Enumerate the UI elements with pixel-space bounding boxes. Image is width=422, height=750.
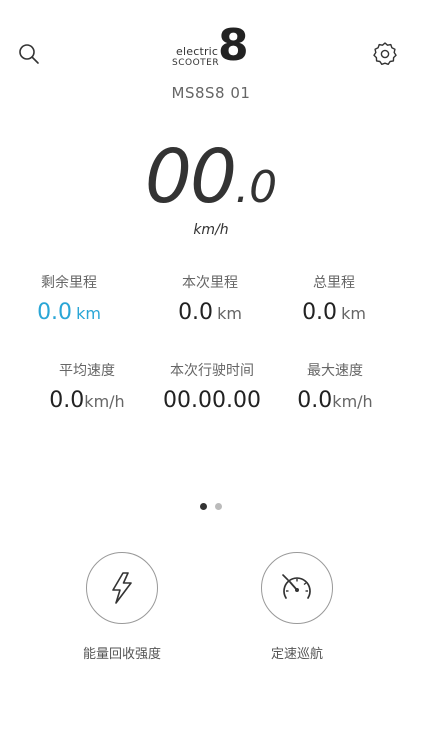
cruise-control-button[interactable] (261, 552, 333, 624)
page-dot-active[interactable] (200, 503, 207, 510)
stat-label: 本次行驶时间 (170, 363, 254, 379)
energy-recovery-button[interactable] (86, 552, 158, 624)
speedometer-icon (282, 574, 311, 599)
settings-button[interactable] (365, 34, 405, 74)
stat-trip-time: 本次行驶时间 00.00.00 (142, 360, 282, 413)
stat-average-speed: 平均速度 0.0km/h (17, 360, 157, 413)
stat-label: 总里程 (313, 275, 355, 291)
logo-text-scooter: SCOOTER (172, 58, 220, 68)
stat-label: 剩余里程 (41, 275, 97, 291)
app-logo: electric SCOOTER 8 (170, 24, 254, 74)
search-button[interactable] (9, 34, 49, 74)
stat-number: 0.0 (302, 300, 338, 325)
stat-number: 0.0 (37, 300, 73, 325)
stat-unit: km/h (84, 392, 125, 411)
stat-value: 0.0km/h (17, 388, 157, 413)
stat-max-speed: 最大速度 0.0km/h (265, 360, 405, 413)
stat-number: 00.00.00 (163, 388, 261, 413)
stat-label: 本次里程 (182, 275, 238, 291)
stat-value: 0.0 km (264, 300, 404, 325)
current-speed: 00.0 (0, 140, 422, 214)
stat-value: 0.0km/h (265, 388, 405, 413)
energy-recovery-label: 能量回收强度 (82, 647, 161, 662)
stat-label: 最大速度 (307, 363, 363, 379)
device-name: MS8S8 01 (171, 84, 251, 102)
speed-integer: 00 (144, 134, 237, 220)
stat-value: 0.0 km (140, 300, 280, 325)
stat-number: 0.0 (178, 300, 214, 325)
lightning-icon (112, 572, 132, 604)
stat-value: 0.0 km (0, 300, 139, 325)
gear-icon (373, 42, 397, 65)
logo-text-electric: electric (176, 45, 219, 58)
stat-remaining-range: 剩余里程 0.0 km (0, 272, 139, 325)
logo-digit: 8 (218, 20, 249, 71)
stat-label: 平均速度 (59, 363, 115, 379)
speed-unit: km/h (193, 222, 229, 238)
stat-unit: km (76, 304, 101, 323)
stat-unit: km (341, 304, 366, 323)
stat-unit: km/h (332, 392, 373, 411)
stat-trip-distance: 本次里程 0.0 km (140, 272, 280, 325)
cruise-control-label: 定速巡航 (270, 647, 323, 662)
stat-unit: km (217, 304, 242, 323)
stat-number: 0.0 (297, 388, 333, 413)
stat-value: 00.00.00 (142, 388, 282, 413)
speed-decimal: .0 (235, 162, 278, 213)
page-dot[interactable] (215, 503, 222, 510)
search-icon (19, 44, 39, 64)
stat-number: 0.0 (49, 388, 85, 413)
stat-total-distance: 总里程 0.0 km (264, 272, 404, 325)
page-indicator[interactable] (200, 503, 230, 511)
